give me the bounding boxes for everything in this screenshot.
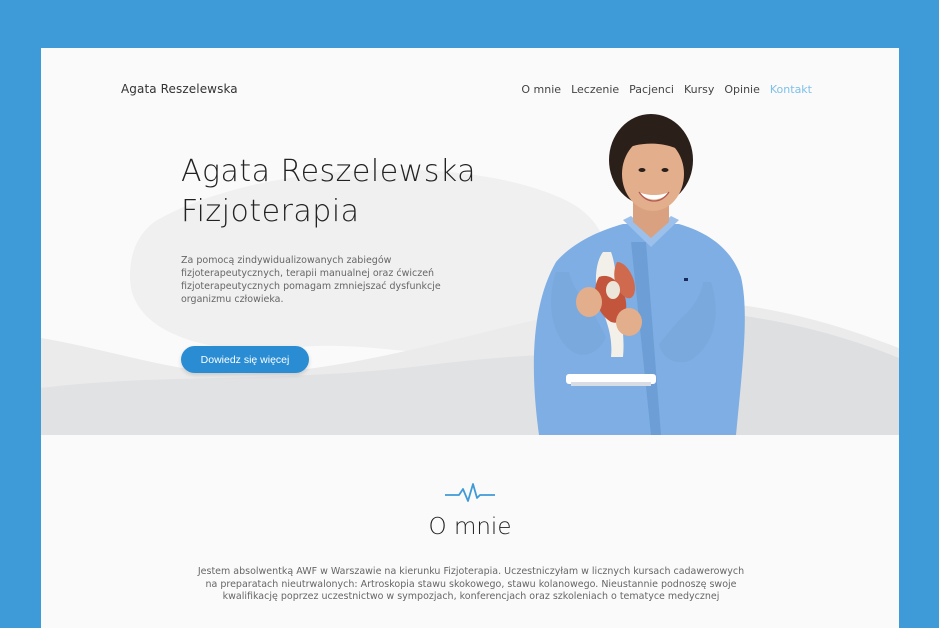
learn-more-button[interactable]: Dowiedz się więcej [181,346,309,373]
heartbeat-icon [445,483,495,502]
nav-item-pacjenci[interactable]: Pacjenci [629,83,674,96]
hero-section: Agata Reszelewska Fizjoterapia Za pomocą… [41,48,899,435]
nav-item-kontakt[interactable]: Kontakt [770,83,812,96]
nav-item-kursy[interactable]: Kursy [684,83,714,96]
hero-title-line2: Fizjoterapia [181,194,360,229]
nav-item-leczenie[interactable]: Leczenie [571,83,619,96]
therapist-photo [533,114,745,435]
page: Agata Reszelewska Fizjoterapia Za pomocą… [41,48,899,628]
nav-item-o-mnie[interactable]: O mnie [521,83,561,96]
hero-title: Agata Reszelewska Fizjoterapia [181,152,476,232]
hero-description: Za pomocą zindywidualizowanych zabiegów … [181,255,441,305]
about-section-text: Jestem absolwentką AWF w Warszawie na ki… [197,566,745,602]
brand-logo-text[interactable]: Agata Reszelewska [121,82,238,96]
about-section-title: O mnie [428,514,512,540]
nav-item-opinie[interactable]: Opinie [724,83,760,96]
hero-title-line1: Agata Reszelewska [181,154,477,189]
hero-background-waves [41,48,899,435]
main-nav: O mnie Leczenie Pacjenci Kursy Opinie Ko… [521,83,812,96]
